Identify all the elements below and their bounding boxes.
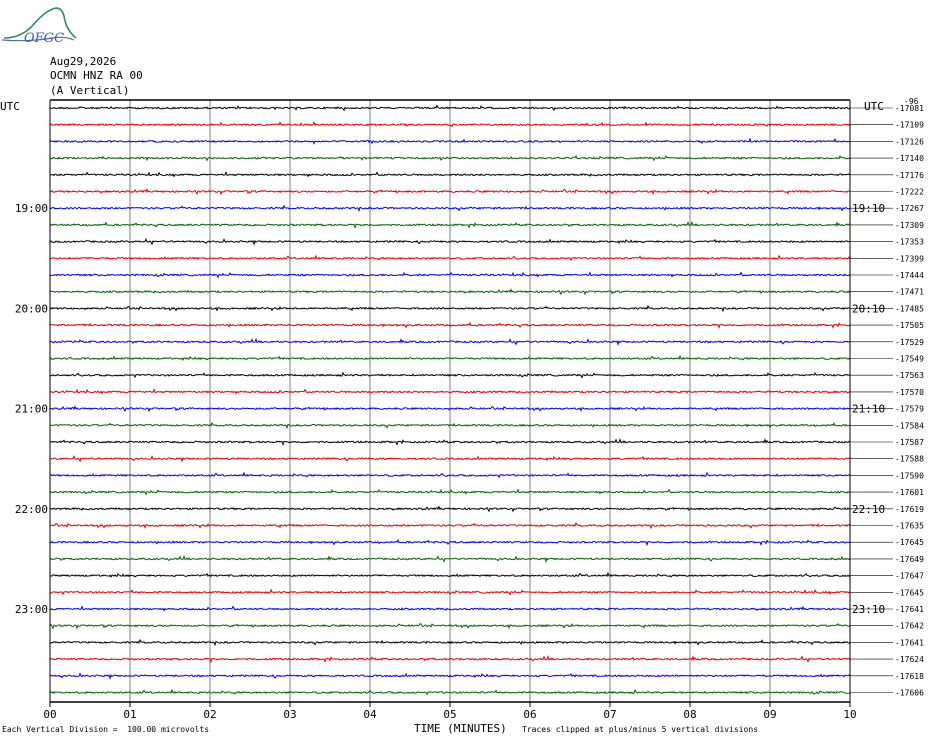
trace-offset-label: -17471 bbox=[895, 288, 924, 297]
trace-offset-label: -17645 bbox=[895, 538, 924, 547]
trace-offset-label: -17645 bbox=[895, 588, 924, 597]
trace-offset-label: -17619 bbox=[895, 505, 924, 514]
trace-offset-label: -17309 bbox=[895, 221, 924, 230]
x-tick-label: 05 bbox=[443, 708, 456, 721]
x-tick-label: 08 bbox=[683, 708, 696, 721]
trace-offset-label: -17618 bbox=[895, 672, 924, 681]
hour-label-right: 20:10 bbox=[852, 302, 885, 315]
trace-offset-label: -17529 bbox=[895, 338, 924, 347]
trace-offset-label: -17579 bbox=[895, 405, 924, 414]
x-tick-label: 01 bbox=[123, 708, 136, 721]
trace-offset-label: -17647 bbox=[895, 572, 924, 581]
trace-offset-label: -17109 bbox=[895, 121, 924, 130]
trace-offset-label: -17601 bbox=[895, 488, 924, 497]
trace-offset-label: -17353 bbox=[895, 238, 924, 247]
trace-offset-label: -17590 bbox=[895, 471, 924, 480]
trace-offset-label: -17399 bbox=[895, 254, 924, 263]
trace-offset-label: -17642 bbox=[895, 622, 924, 631]
clip-note: Traces clipped at plus/minus 5 vertical … bbox=[522, 725, 759, 734]
vertical-division-note: Each Vertical Division = 100.00 microvol… bbox=[2, 725, 210, 734]
trace-offset-label: -17267 bbox=[895, 204, 924, 213]
x-tick-label: 06 bbox=[523, 708, 536, 721]
trace-offset-label: -17222 bbox=[895, 188, 924, 197]
x-tick-label: 04 bbox=[363, 708, 377, 721]
hour-label-right: 23:10 bbox=[852, 603, 885, 616]
top-marker-label: -96 bbox=[904, 97, 919, 106]
trace-offset-label: -17444 bbox=[895, 271, 924, 280]
hour-label-left: 20:00 bbox=[15, 302, 48, 315]
hour-label-right: 21:10 bbox=[852, 403, 885, 416]
hour-label-right: 22:10 bbox=[852, 503, 885, 516]
x-tick-label: 00 bbox=[43, 708, 56, 721]
hour-label-right: 19:10 bbox=[852, 202, 885, 215]
trace-offset-label: -17485 bbox=[895, 304, 924, 313]
trace-offset-label: -17549 bbox=[895, 355, 924, 364]
hour-label-left: 23:00 bbox=[15, 603, 48, 616]
trace-offset-label: -17584 bbox=[895, 421, 924, 430]
trace-offset-label: -17126 bbox=[895, 137, 924, 146]
trace-offset-label: -17606 bbox=[895, 689, 924, 698]
x-tick-label: 09 bbox=[763, 708, 776, 721]
trace-offset-label: -17140 bbox=[895, 154, 924, 163]
trace-offset-label: -17641 bbox=[895, 605, 924, 614]
trace-offset-label: -17505 bbox=[895, 321, 924, 330]
x-axis-title: TIME (MINUTES) bbox=[414, 722, 507, 735]
hour-label-left: 22:00 bbox=[15, 503, 48, 516]
x-tick-label: 07 bbox=[603, 708, 616, 721]
trace-offset-label: -17588 bbox=[895, 455, 924, 464]
hour-label-left: 21:00 bbox=[15, 403, 48, 416]
trace-offset-label: -17176 bbox=[895, 171, 924, 180]
trace-offset-label: -17635 bbox=[895, 522, 924, 531]
x-tick-label: 10 bbox=[843, 708, 856, 721]
x-tick-label: 02 bbox=[203, 708, 216, 721]
trace-offset-label: -17563 bbox=[895, 371, 924, 380]
trace-offset-label: -17587 bbox=[895, 438, 924, 447]
trace-offset-label: -17570 bbox=[895, 388, 924, 397]
x-tick-label: 03 bbox=[283, 708, 296, 721]
helicorder-plot: -17081-17109-17126-17140-17176-17222-172… bbox=[15, 97, 924, 721]
hour-label-left: 19:00 bbox=[15, 202, 48, 215]
trace-offset-label: -17649 bbox=[895, 555, 924, 564]
trace-offset-label: -17624 bbox=[895, 655, 924, 664]
trace-offset-label: -17641 bbox=[895, 638, 924, 647]
